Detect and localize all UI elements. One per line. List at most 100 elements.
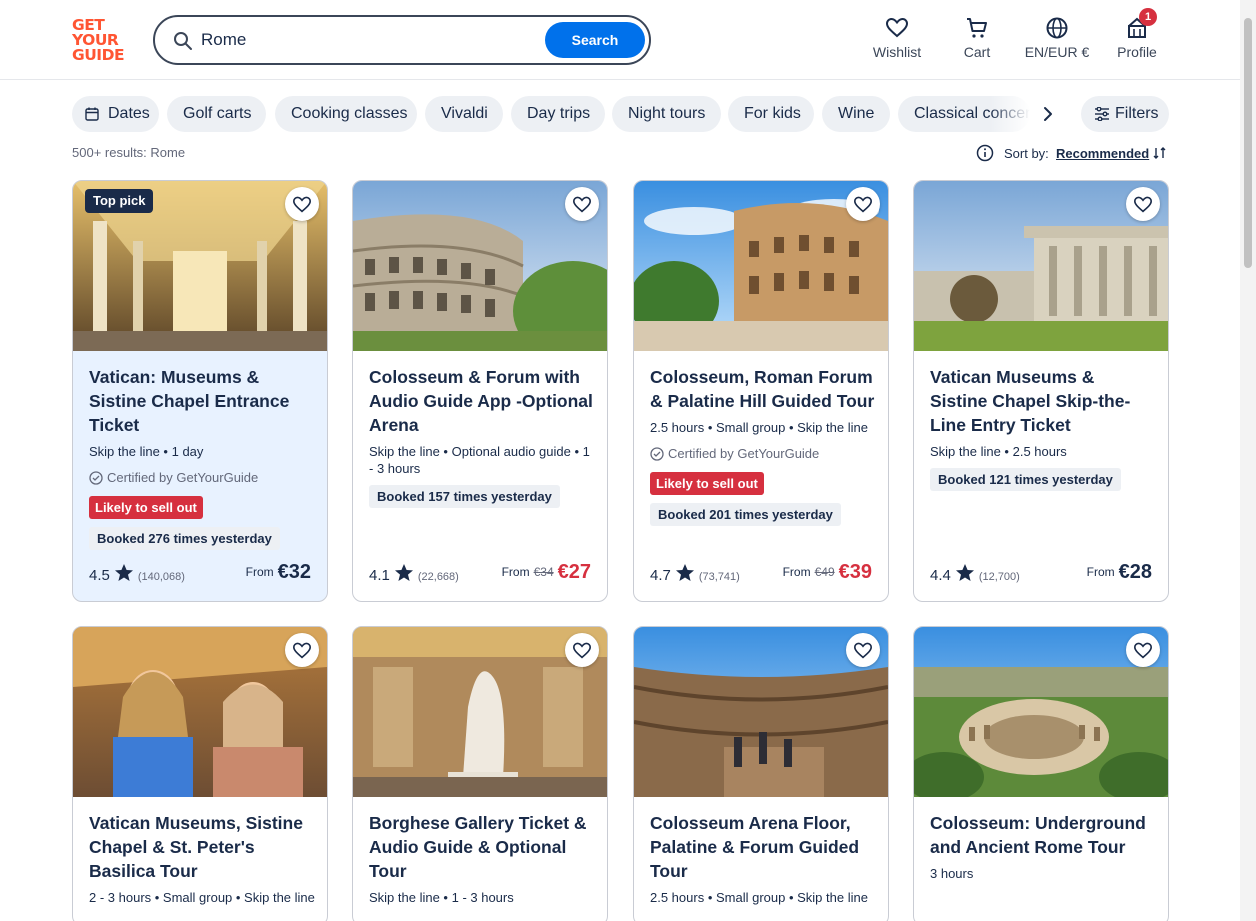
card-title[interactable]: Colosseum, Roman Forum & Palatine Hill G…	[650, 365, 876, 413]
card-title[interactable]: Vatican: Museums & Sistine Chapel Entran…	[89, 365, 315, 437]
card-meta: 2 - 3 hours • Small group • Skip the lin…	[89, 890, 315, 905]
activity-card[interactable]: Vatican Museums & Sistine Chapel Skip-th…	[913, 180, 1169, 602]
sort-control[interactable]: Sort by: Recommended	[976, 144, 1168, 164]
heart-icon	[885, 17, 909, 38]
heart-icon	[1133, 196, 1153, 213]
star-icon	[114, 564, 133, 581]
price-amount: €39	[838, 561, 872, 583]
heart-icon	[292, 196, 312, 213]
wishlist-heart-button[interactable]	[565, 633, 599, 667]
card-title[interactable]: Vatican Museums, Sistine Chapel & St. Pe…	[89, 811, 315, 883]
certified-text: Certified by GetYourGuide	[668, 446, 820, 461]
cart-nav[interactable]: Cart	[957, 16, 997, 66]
search-button[interactable]: Search	[545, 22, 645, 58]
chip-for-kids[interactable]: For kids	[728, 96, 814, 132]
rating-value: 4.7	[650, 567, 671, 584]
card-price: From €49 €39	[783, 561, 872, 584]
card-meta: Skip the line • 1 day	[89, 444, 204, 459]
top-pick-badge: Top pick	[85, 189, 154, 213]
card-title[interactable]: Borghese Gallery Ticket & Audio Guide & …	[369, 811, 595, 883]
wishlist-heart-button[interactable]	[285, 187, 319, 221]
card-price: From €34 €27	[502, 561, 591, 584]
activity-card[interactable]: Colosseum: Underground and Ancient Rome …	[913, 626, 1169, 921]
activity-card[interactable]: Colosseum Arena Floor, Palatine & Forum …	[633, 626, 889, 921]
chevron-right-icon[interactable]	[1034, 100, 1062, 128]
activity-card[interactable]: Top pick Vatican: Museums & Sistine Chap…	[72, 180, 328, 602]
globe-icon	[1046, 17, 1068, 39]
chip-vivaldi[interactable]: Vivaldi	[425, 96, 503, 132]
card-meta: 2.5 hours • Small group • Skip the line	[650, 420, 868, 435]
card-body: Vatican Museums, Sistine Chapel & St. Pe…	[89, 811, 315, 906]
filters-button[interactable]: Filters	[1081, 96, 1169, 132]
card-meta: Skip the line • 2.5 hours	[930, 444, 1067, 459]
review-count: (12,700)	[978, 571, 1020, 583]
wishlist-heart-button[interactable]	[565, 187, 599, 221]
sort-label: Sort by:	[1004, 146, 1049, 161]
activity-card[interactable]: Borghese Gallery Ticket & Audio Guide & …	[352, 626, 608, 921]
activity-card[interactable]: Vatican Museums, Sistine Chapel & St. Pe…	[72, 626, 328, 921]
card-rating: 4.7 (73,741)	[650, 563, 740, 585]
wishlist-heart-button[interactable]	[846, 633, 880, 667]
wishlist-heart-button[interactable]	[1126, 187, 1160, 221]
card-rating: 4.4 (12,700)	[930, 563, 1020, 585]
activity-card[interactable]: Colosseum & Forum with Audio Guide App -…	[352, 180, 608, 602]
chip-day-trips[interactable]: Day trips	[511, 96, 605, 132]
chip-wine[interactable]: Wine	[822, 96, 890, 132]
rating-value: 4.1	[369, 567, 390, 584]
info-icon	[976, 144, 994, 162]
review-count: (22,668)	[417, 571, 459, 583]
card-body: Vatican: Museums & Sistine Chapel Entran…	[89, 365, 315, 550]
booked-yesterday-badge: Booked 121 times yesterday	[930, 468, 1121, 491]
price-amount: €32	[277, 561, 311, 583]
search-input[interactable]	[201, 27, 531, 53]
wishlist-nav[interactable]: Wishlist	[872, 16, 922, 66]
cart-label: Cart	[963, 44, 991, 60]
review-count: (140,068)	[137, 571, 185, 583]
calendar-icon	[85, 107, 99, 121]
page-scrollbar[interactable]	[1240, 0, 1256, 921]
card-body: Colosseum: Underground and Ancient Rome …	[930, 811, 1156, 882]
star-icon	[675, 564, 694, 581]
certified-text: Certified by GetYourGuide	[107, 470, 259, 485]
card-price: From €32	[246, 561, 311, 584]
card-title[interactable]: Colosseum & Forum with Audio Guide App -…	[369, 365, 595, 437]
card-meta: Skip the line • 1 - 3 hours	[369, 890, 514, 905]
chips-fade-overlay	[990, 96, 1030, 132]
price-amount: €27	[557, 561, 591, 583]
card-body: Colosseum Arena Floor, Palatine & Forum …	[650, 811, 876, 906]
logo-line-3: GUIDE	[72, 46, 125, 64]
getyourguide-logo[interactable]: GET YOUR GUIDE	[72, 17, 130, 64]
price-amount: €28	[1118, 561, 1152, 583]
language-currency-nav[interactable]: EN/EUR €	[1022, 16, 1092, 66]
card-title[interactable]: Vatican Museums & Sistine Chapel Skip-th…	[930, 365, 1156, 437]
card-meta: Skip the line • Optional audio guide • 1…	[369, 444, 590, 476]
scrollbar-thumb[interactable]	[1244, 18, 1252, 268]
wishlist-heart-button[interactable]	[1126, 633, 1160, 667]
site-header: GET YOUR GUIDE Search Wishlist Cart EN/E	[0, 0, 1240, 80]
card-body: Colosseum, Roman Forum & Palatine Hill G…	[650, 365, 876, 526]
profile-nav[interactable]: 1 Profile	[1115, 8, 1159, 66]
wishlist-label: Wishlist	[872, 44, 922, 60]
chip-night-tours[interactable]: Night tours	[612, 96, 721, 132]
card-rating: 4.1 (22,668)	[369, 563, 459, 585]
wishlist-heart-button[interactable]	[285, 633, 319, 667]
card-rating: 4.5 (140,068)	[89, 563, 185, 585]
card-body: Borghese Gallery Ticket & Audio Guide & …	[369, 811, 595, 906]
rating-value: 4.5	[89, 567, 110, 584]
filters-label: Filters	[1115, 105, 1159, 122]
sort-value[interactable]: Recommended	[1056, 146, 1149, 161]
card-title[interactable]: Colosseum: Underground and Ancient Rome …	[930, 811, 1156, 859]
heart-icon	[1133, 642, 1153, 659]
certified-label: Certified by GetYourGuide	[89, 470, 315, 486]
search-icon	[174, 32, 192, 50]
wishlist-heart-button[interactable]	[846, 187, 880, 221]
price-from-label: From	[245, 565, 274, 579]
card-title[interactable]: Colosseum Arena Floor, Palatine & Forum …	[650, 811, 876, 883]
chip-golf-carts[interactable]: Golf carts	[167, 96, 266, 132]
star-icon	[394, 564, 413, 581]
card-meta: 3 hours	[930, 866, 974, 881]
chip-cooking-classes[interactable]: Cooking classes	[275, 96, 417, 132]
chip-dates[interactable]: Dates	[72, 96, 159, 132]
card-body: Colosseum & Forum with Audio Guide App -…	[369, 365, 595, 508]
activity-card[interactable]: Colosseum, Roman Forum & Palatine Hill G…	[633, 180, 889, 602]
